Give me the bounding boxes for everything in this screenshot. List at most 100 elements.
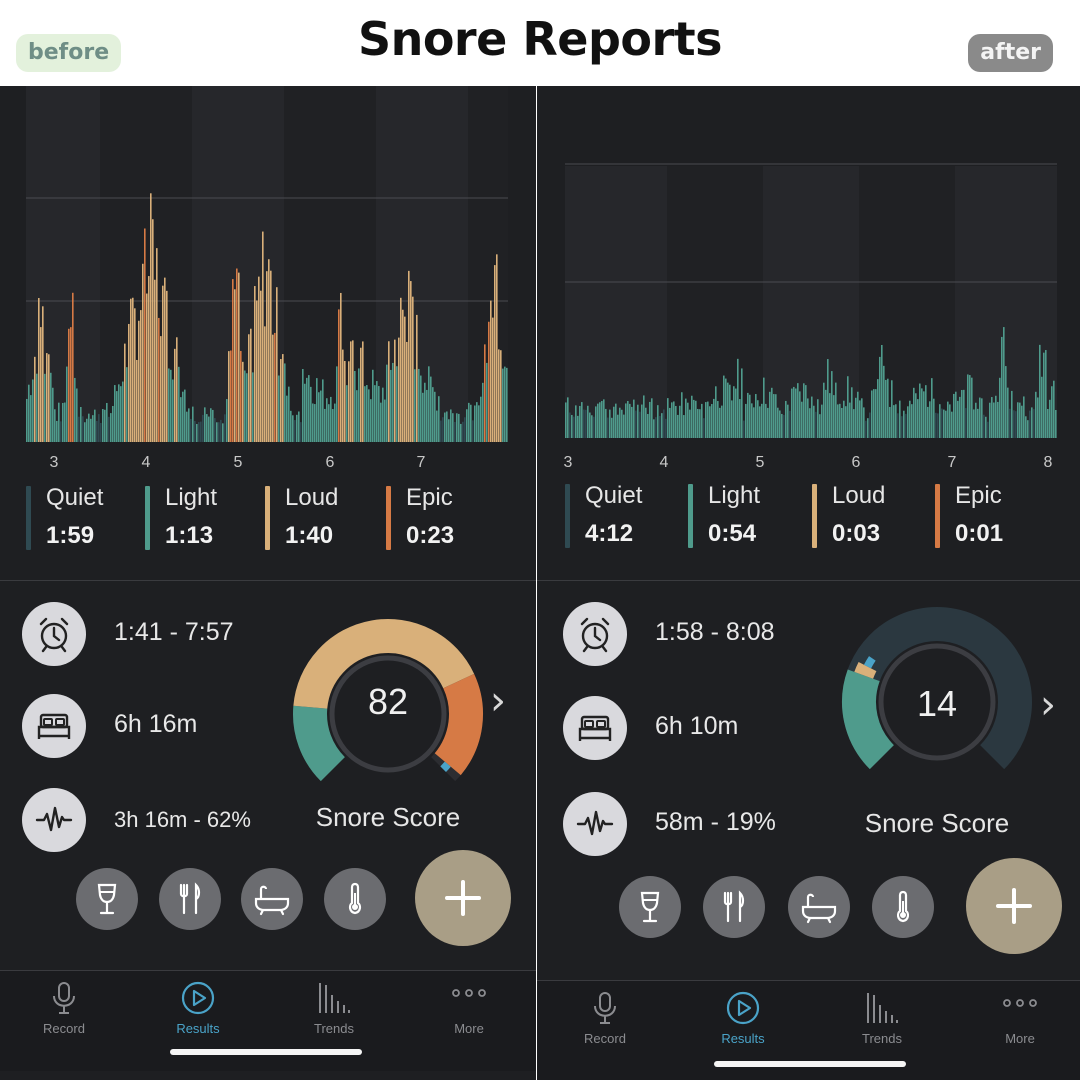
wave-bar <box>901 416 903 438</box>
alcohol-tag-button[interactable] <box>619 876 681 938</box>
wine-glass-icon <box>97 883 117 915</box>
wave-bar <box>122 381 124 442</box>
wave-bar <box>126 367 128 442</box>
wave-bar <box>318 392 320 442</box>
wave-bar <box>671 402 673 438</box>
bath-tag-button[interactable] <box>241 868 303 930</box>
wave-bar <box>633 399 635 438</box>
wave-bar <box>46 353 48 442</box>
tab-record[interactable]: Record <box>14 981 114 1036</box>
wave-bar <box>833 395 835 438</box>
tab-trends[interactable]: Trends <box>832 991 932 1046</box>
wave-bar <box>462 421 464 442</box>
wave-bar <box>853 409 855 438</box>
wave-bar <box>308 375 310 442</box>
wave-bar <box>476 402 478 442</box>
wave-bar <box>753 407 755 438</box>
wave-bar <box>737 358 739 438</box>
home-indicator <box>170 1049 362 1055</box>
temperature-tag-button[interactable] <box>872 876 934 938</box>
wave-bar <box>204 407 206 442</box>
wave-bar <box>681 392 683 438</box>
wave-bar <box>366 385 368 442</box>
tab-record[interactable]: Record <box>555 991 655 1046</box>
wave-bar <box>619 407 621 438</box>
wave-bar <box>438 396 440 442</box>
wave-bar <box>104 409 106 442</box>
tab-results[interactable]: Results <box>148 981 248 1036</box>
wave-bar <box>256 300 258 442</box>
chevron-right-icon[interactable]: › <box>1040 682 1056 728</box>
wave-bar <box>875 389 877 438</box>
time-range-text: 1:58 - 8:08 <box>655 618 775 646</box>
wave-bar <box>1053 380 1055 438</box>
wave-bar <box>1021 405 1023 438</box>
play-circle-icon <box>726 991 760 1025</box>
wave-bar <box>897 413 899 438</box>
wave-bar <box>747 392 749 438</box>
wave-bar <box>647 413 649 438</box>
wave-bar <box>585 409 587 438</box>
wave-bar <box>402 309 404 442</box>
wine-glass-icon <box>640 891 660 923</box>
wave-bar <box>695 400 697 438</box>
wave-bar <box>675 405 677 438</box>
wave-bar <box>1019 402 1021 438</box>
wave-bar <box>687 402 689 438</box>
wave-bar <box>288 386 290 442</box>
wave-bar <box>434 391 436 442</box>
wave-bar <box>861 398 863 438</box>
wave-bar <box>310 386 312 442</box>
wave-bar <box>186 411 188 442</box>
wave-bar <box>224 414 226 442</box>
wave-bar <box>621 409 623 438</box>
wave-bar <box>745 403 747 438</box>
x-tick: 7 <box>416 454 426 471</box>
wave-bar <box>404 316 406 442</box>
wave-bar <box>1049 399 1051 438</box>
temperature-tag-button[interactable] <box>324 868 386 930</box>
wave-bar <box>979 397 981 438</box>
wave-bar <box>773 394 775 438</box>
tab-trends[interactable]: Trends <box>284 981 384 1036</box>
bath-tag-button[interactable] <box>788 876 850 938</box>
before-chart-svg <box>26 86 508 442</box>
legend-value: 1:59 <box>46 522 95 549</box>
wave-bar <box>454 421 456 442</box>
legend-value: 1:40 <box>285 522 334 549</box>
wave-bar <box>254 286 256 442</box>
wave-bar <box>857 391 859 438</box>
wave-bar <box>641 404 643 438</box>
wave-bar <box>158 317 160 442</box>
gauge-segment <box>293 705 346 782</box>
wave-bar <box>583 409 585 438</box>
wave-bar <box>593 416 595 438</box>
wave-bar <box>719 407 721 438</box>
tab-more[interactable]: More <box>419 981 519 1036</box>
food-tag-button[interactable] <box>159 868 221 930</box>
wave-bar <box>997 401 999 438</box>
food-tag-button[interactable] <box>703 876 765 938</box>
legend-label: Epic <box>406 484 453 511</box>
tab-more[interactable]: More <box>970 991 1070 1046</box>
wave-bar <box>677 414 679 438</box>
wave-bar <box>1011 390 1013 438</box>
add-factor-button[interactable] <box>966 858 1062 954</box>
tab-results[interactable]: Results <box>693 991 793 1046</box>
wave-bar <box>446 411 448 442</box>
wave-bar <box>418 368 420 442</box>
alcohol-tag-button[interactable] <box>76 868 138 930</box>
wave-bar <box>603 399 605 438</box>
wave-bar <box>448 419 450 442</box>
legend-light: Light 0:54 <box>688 482 760 550</box>
add-factor-button[interactable] <box>415 850 511 946</box>
wave-bar <box>92 415 94 442</box>
legend-swatch <box>145 486 150 550</box>
wave-bar <box>290 410 292 442</box>
chevron-right-icon[interactable]: › <box>490 678 506 724</box>
wave-bar <box>188 408 190 442</box>
wave-bar <box>955 391 957 438</box>
wave-bar <box>148 276 150 442</box>
wave-bar <box>655 417 657 438</box>
wave-bar <box>326 398 328 442</box>
